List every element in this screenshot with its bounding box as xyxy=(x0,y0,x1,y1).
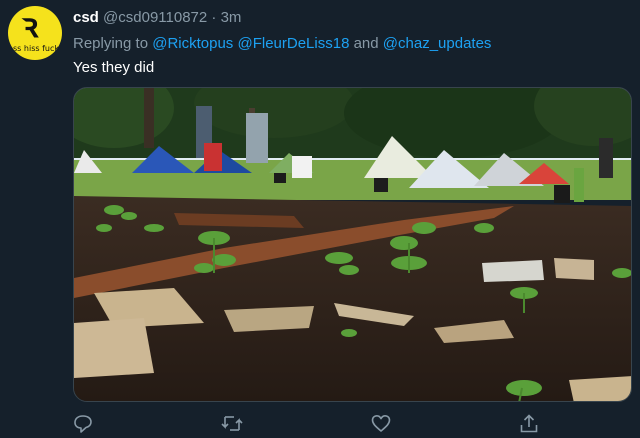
garden-photo xyxy=(74,88,631,401)
timestamp[interactable]: 3m xyxy=(221,9,242,26)
tweet: ꝛ ss hiss fuck csd @csd09110872 · 3m Rep… xyxy=(0,0,640,433)
like-icon[interactable] xyxy=(371,414,393,433)
user-handle[interactable]: @csd09110872 xyxy=(103,9,207,26)
share-icon[interactable] xyxy=(519,414,541,433)
mention-ricktopus[interactable]: @Ricktopus xyxy=(152,35,233,52)
snake-logo-icon: ꝛ xyxy=(22,6,39,46)
tweet-photo[interactable] xyxy=(73,87,632,402)
mention-fleurdeliss18[interactable]: @FleurDeLiss18 xyxy=(237,35,349,52)
tweet-header: csd @csd09110872 · 3m xyxy=(73,9,241,27)
tweet-text: Yes they did xyxy=(73,59,155,76)
separator-dot: · xyxy=(211,9,217,26)
avatar[interactable]: ꝛ ss hiss fuck xyxy=(8,6,62,60)
replying-to: Replying to @Ricktopus @FleurDeLiss18 an… xyxy=(73,35,491,53)
tweet-actions xyxy=(73,414,593,433)
mention-chaz-updates[interactable]: @chaz_updates xyxy=(383,35,492,52)
reply-icon[interactable] xyxy=(73,414,95,433)
retweet-icon[interactable] xyxy=(221,414,243,433)
reply-prefix: Replying to xyxy=(73,35,149,52)
avatar-text: ss hiss fuck xyxy=(13,44,59,53)
display-name[interactable]: csd xyxy=(73,9,99,26)
reply-conjunction: and xyxy=(353,35,379,52)
